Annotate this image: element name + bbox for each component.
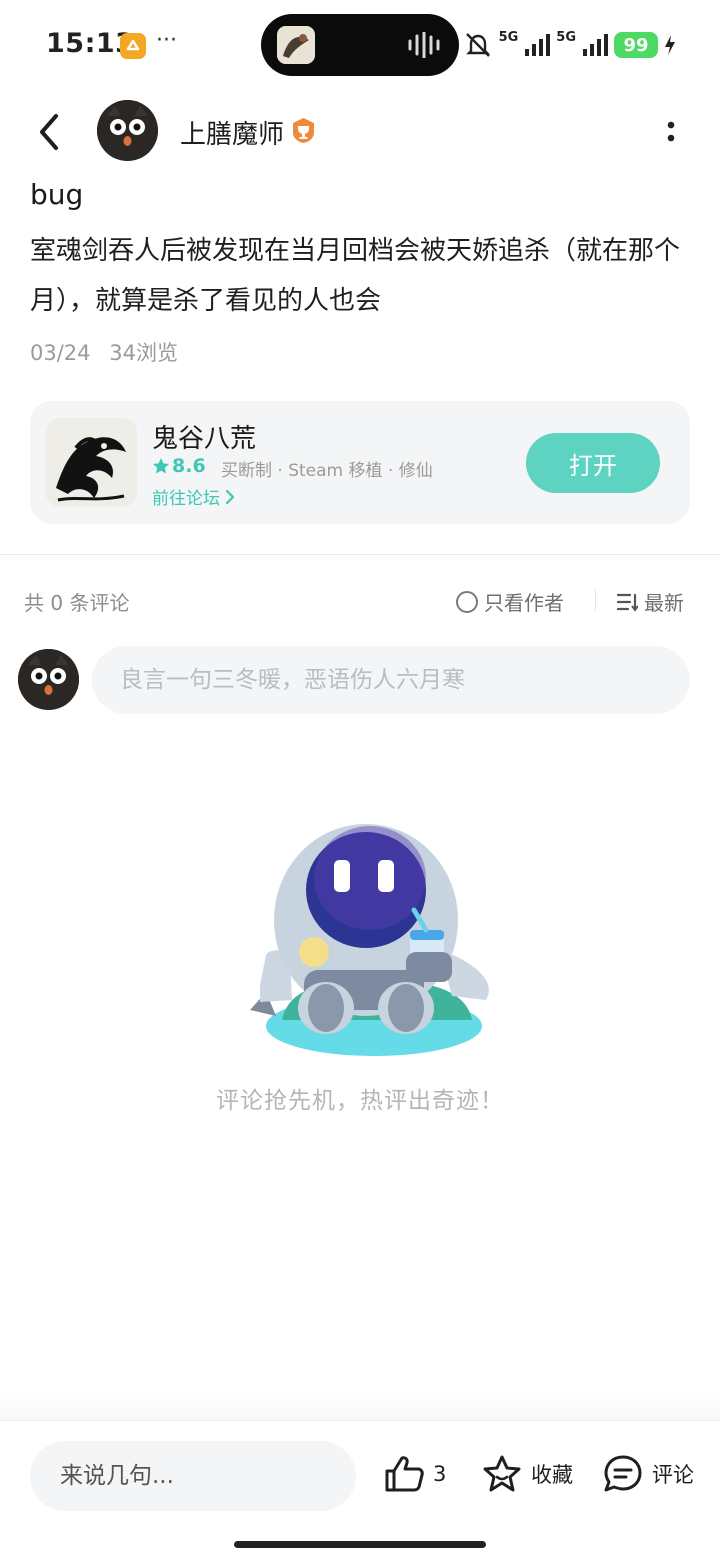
sort-button[interactable]: 最新 [616, 587, 684, 616]
media-thumbnail [277, 26, 315, 64]
post-views: 34浏览 [109, 341, 178, 365]
achievement-badge-icon [293, 118, 314, 143]
game-card[interactable]: 鬼谷八荒 8.6 买断制 · Steam 移植 · 修仙 前往论坛 打开 [30, 401, 690, 524]
game-rating: 8.6 [152, 455, 206, 477]
toolbar-separator [595, 589, 596, 611]
charging-icon [665, 35, 675, 55]
more-options-button[interactable] [660, 116, 682, 148]
section-divider [0, 554, 720, 555]
author-name[interactable]: 上膳魔师 [180, 114, 284, 151]
favorite-label: 收藏 [531, 1463, 573, 1487]
quick-comment-input[interactable] [30, 1441, 356, 1511]
network-type-1: 5G [498, 29, 519, 45]
status-bar: 15:13 ··· 5G 5G 99 [0, 0, 720, 92]
comment-label: 评论 [652, 1463, 694, 1487]
forum-link[interactable]: 前往论坛 [152, 484, 236, 509]
post-meta: 03/24 34浏览 [30, 337, 178, 367]
comment-count: 共 0 条评论 [24, 591, 130, 615]
bottom-action-bar: 3 收藏 评论 [0, 1420, 720, 1559]
game-icon[interactable] [46, 418, 137, 507]
sort-icon [616, 593, 638, 612]
dynamic-island[interactable] [261, 14, 459, 76]
empty-comments-text: 评论抢先机，热评出奇迹！ [216, 1088, 504, 1114]
star-outline-icon [483, 1455, 521, 1492]
post-body: 室魂剑吞人后被发现在当月回档会被天娇追杀（就在那个月），就算是杀了看见的人也会 [30, 236, 681, 316]
user-avatar [18, 649, 79, 710]
sort-label: 最新 [644, 591, 684, 615]
more-vertical-icon [667, 121, 675, 142]
mute-bell-icon [465, 33, 490, 57]
back-button[interactable] [30, 110, 70, 154]
status-indicators: 5G 5G 99 [463, 28, 676, 62]
bottom-shadow [0, 1390, 720, 1422]
app-badge-icon [120, 33, 146, 59]
post-title: bug [30, 178, 84, 211]
chevron-right-icon [225, 489, 235, 504]
game-rating-value: 8.6 [172, 455, 206, 477]
battery-indicator: 99 [614, 32, 658, 58]
author-only-label: 只看作者 [484, 591, 564, 615]
back-chevron-icon [40, 114, 58, 150]
like-count: 3 [433, 1462, 447, 1486]
forum-link-label: 前往论坛 [152, 489, 220, 509]
favorite-button[interactable]: 收藏 [481, 1453, 573, 1495]
signal-icon [525, 34, 551, 56]
star-icon [153, 458, 169, 474]
status-more-dots: ··· [156, 28, 177, 53]
open-game-button[interactable]: 打开 [526, 433, 660, 493]
home-indicator[interactable] [234, 1541, 486, 1548]
thumbs-up-icon [385, 1456, 424, 1492]
comment-bubble-icon [604, 1455, 642, 1492]
post-date: 03/24 [30, 341, 91, 365]
comment-input[interactable] [92, 646, 690, 714]
author-avatar[interactable] [97, 100, 158, 161]
game-title[interactable]: 鬼谷八荒 [152, 418, 256, 455]
radio-circle-icon[interactable] [456, 590, 478, 613]
author-only-toggle[interactable]: 只看作者 [456, 587, 564, 616]
waveform-icon [408, 32, 440, 58]
network-type-2: 5G [556, 29, 576, 45]
signal-icon [583, 34, 608, 56]
game-tags: 买断制 · Steam 移植 · 修仙 [221, 461, 433, 481]
like-button[interactable]: 3 [383, 1453, 446, 1495]
robot-mascot-illustration [250, 824, 489, 1056]
comment-button[interactable]: 评论 [602, 1453, 694, 1495]
